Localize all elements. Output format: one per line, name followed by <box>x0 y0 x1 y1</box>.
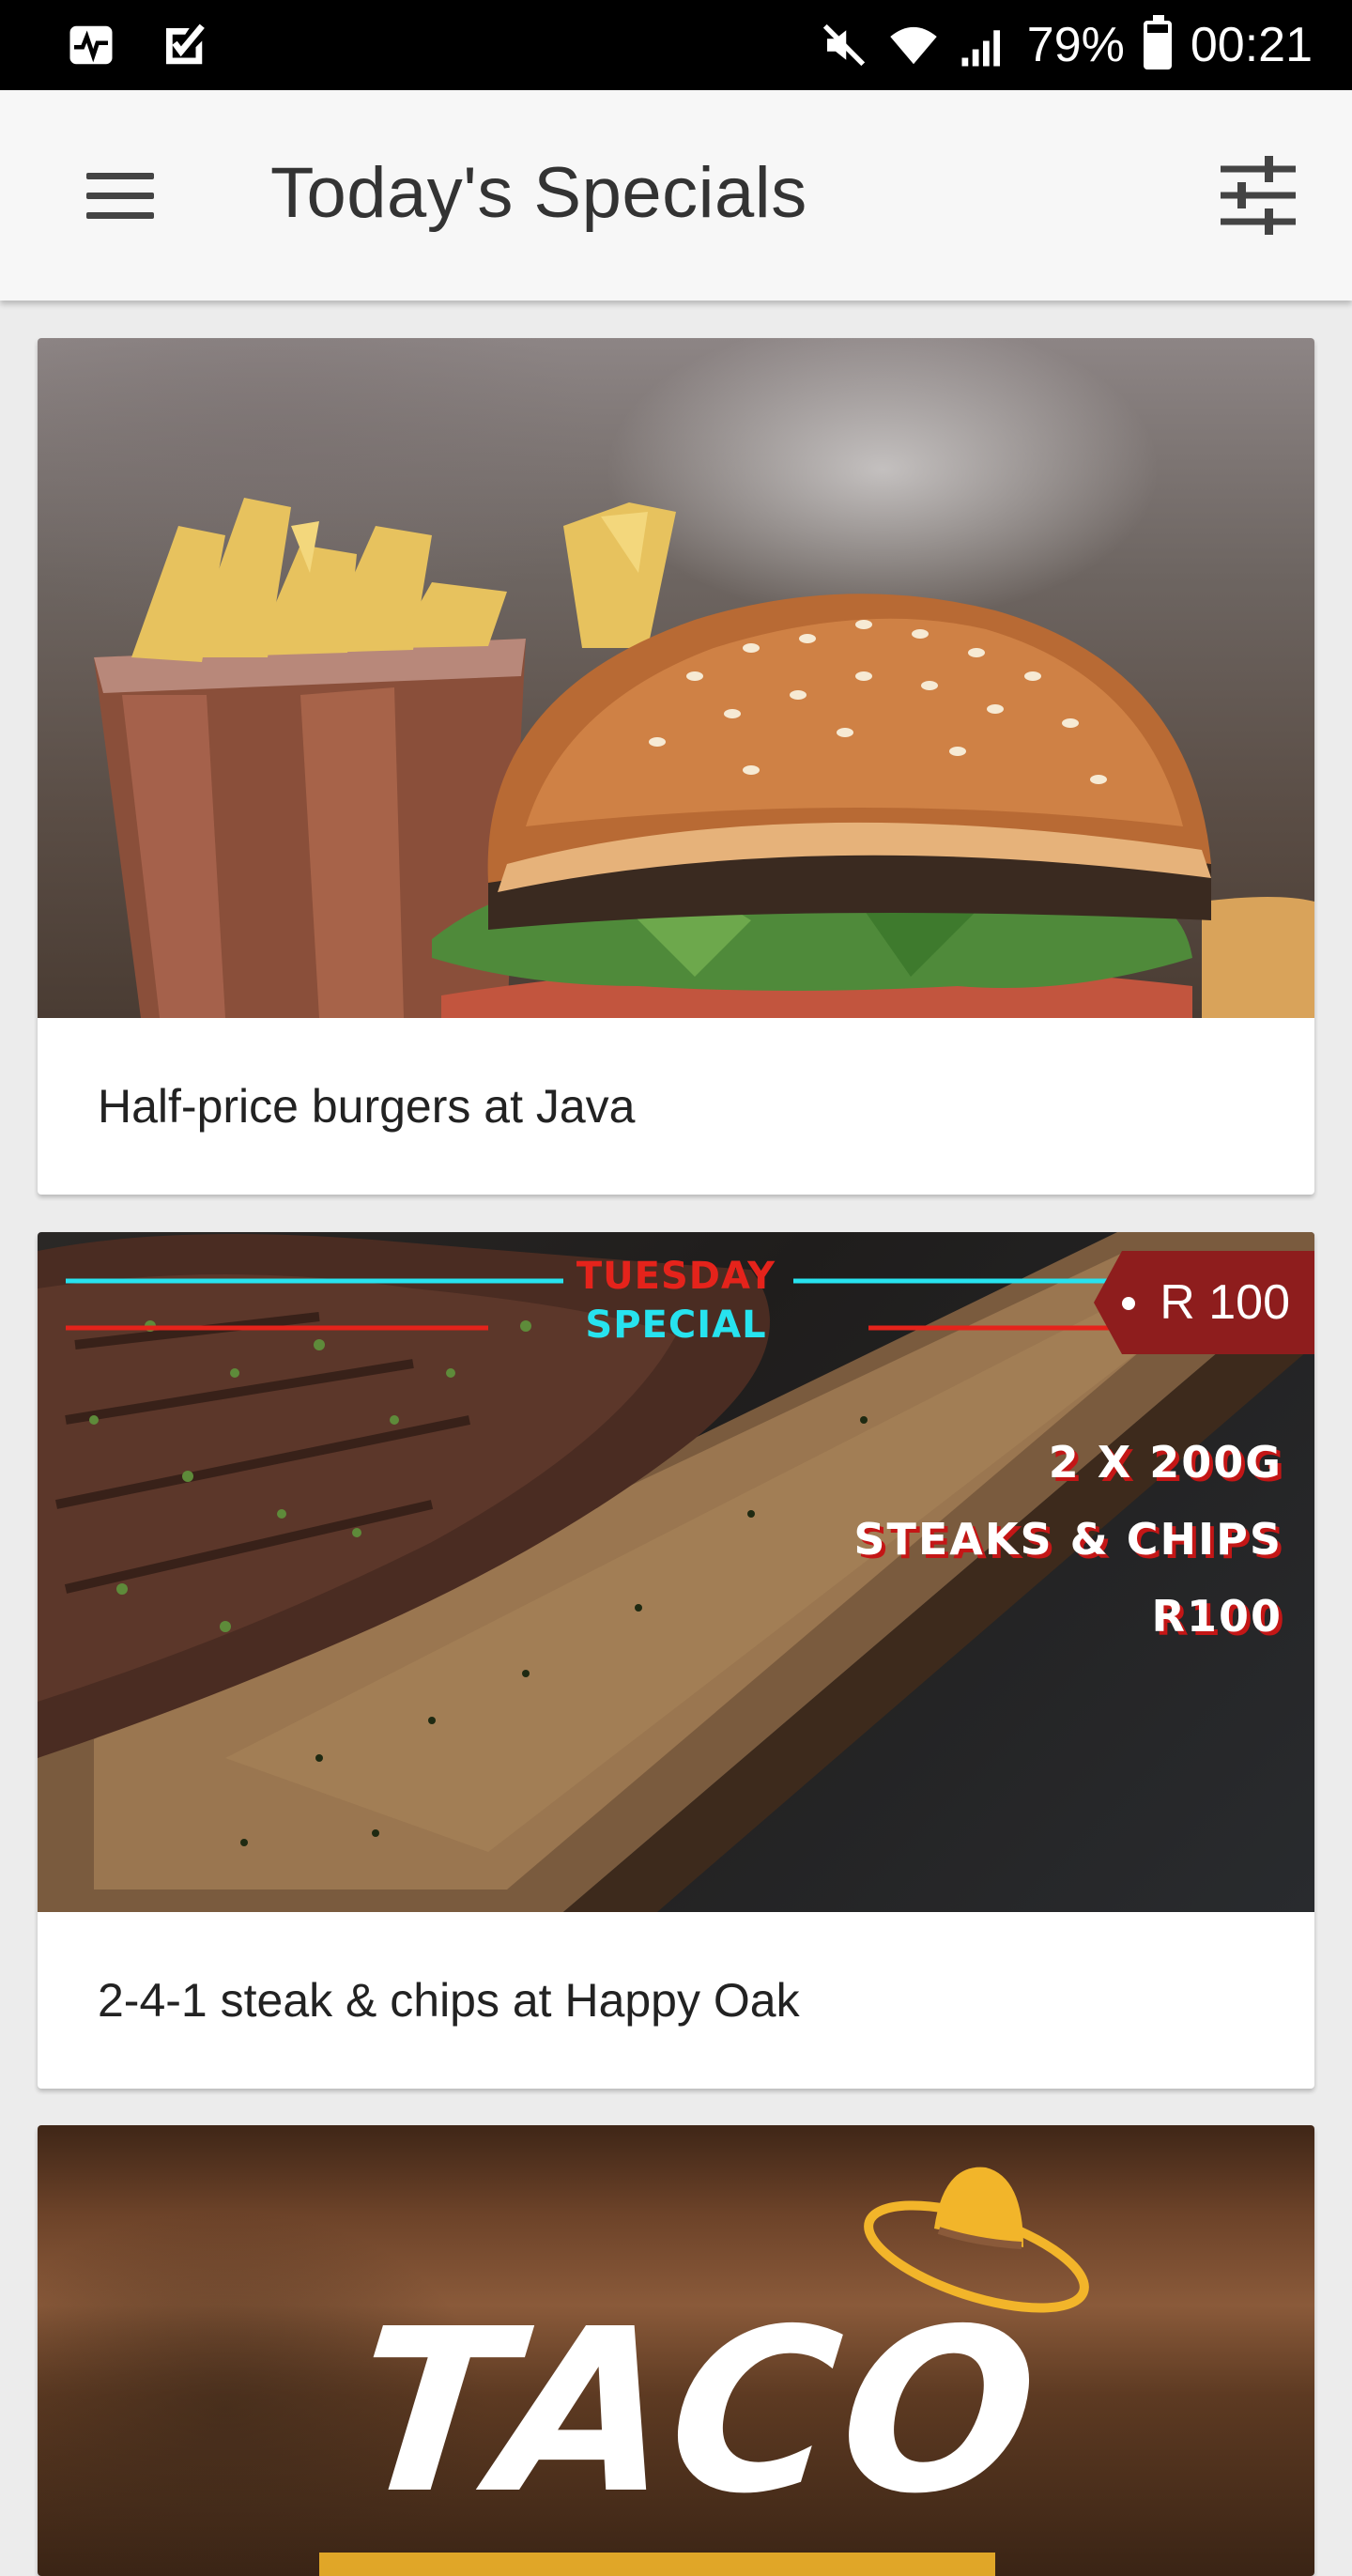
status-bar: 79% 00:21 <box>0 0 1352 90</box>
burger-and-fries-photo <box>38 338 1314 1018</box>
battery-percent: 79% <box>1026 18 1125 72</box>
signal-icon <box>961 30 1000 67</box>
wifi-icon <box>890 26 937 65</box>
menu-line <box>86 172 154 179</box>
status-time: 00:21 <box>1190 18 1313 72</box>
burger-illustration <box>94 498 1314 1018</box>
activity-icon <box>69 25 113 65</box>
mute-icon <box>822 23 865 67</box>
hamburger-menu-icon[interactable] <box>66 150 175 240</box>
card-caption: 2-4-1 steak & chips at Happy Oak <box>98 1974 800 2027</box>
poster-line: 2 X 200G <box>1048 1437 1283 1488</box>
poster-line: R100 <box>1151 1591 1283 1642</box>
price-tag: R 100 <box>1094 1251 1314 1354</box>
menu-line <box>86 192 154 199</box>
special-card-java[interactable]: Half-price burgers at Java <box>38 338 1314 1195</box>
app-bar: Today's Specials <box>0 90 1352 301</box>
special-card-taco[interactable]: TACO <box>38 2125 1314 2576</box>
card-caption: Half-price burgers at Java <box>98 1080 636 1133</box>
steak-on-board-photo: TUESDAY SPECIAL R 100 2 X 200G STEAKS & … <box>38 1232 1314 1912</box>
sliders-filter-icon[interactable] <box>1211 148 1305 242</box>
special-card-happy-oak[interactable]: TUESDAY SPECIAL R 100 2 X 200G STEAKS & … <box>38 1232 1314 2089</box>
poster-title-taco: TACO <box>343 2280 1054 2543</box>
poster-line: STEAKS & CHIPS <box>853 1514 1283 1565</box>
page-title: Today's Specials <box>270 153 807 233</box>
menu-line <box>86 211 154 219</box>
taco-poster-photo: TACO <box>38 2125 1314 2576</box>
status-bar-right: 79% 00:21 <box>819 15 1313 73</box>
tasks-check-icon <box>166 23 205 65</box>
status-bar-left <box>66 20 208 70</box>
battery-icon <box>1143 15 1172 69</box>
price-tag-label: R 100 <box>1160 1275 1290 1330</box>
